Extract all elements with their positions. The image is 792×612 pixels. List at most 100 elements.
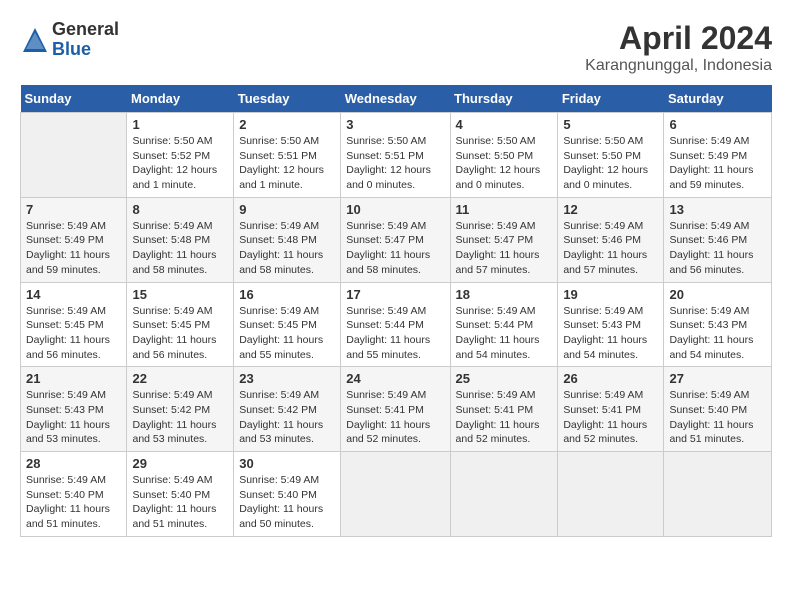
day-info: Sunrise: 5:49 AMSunset: 5:49 PMDaylight:…: [669, 134, 766, 193]
calendar-cell: 5 Sunrise: 5:50 AMSunset: 5:50 PMDaylight…: [558, 113, 664, 198]
day-number: 8: [132, 202, 228, 217]
day-number: 15: [132, 287, 228, 302]
calendar-cell: 29 Sunrise: 5:49 AMSunset: 5:40 PMDayligh…: [127, 452, 234, 537]
day-info: Sunrise: 5:49 AMSunset: 5:48 PMDaylight:…: [239, 219, 335, 278]
day-info: Sunrise: 5:49 AMSunset: 5:40 PMDaylight:…: [132, 473, 228, 532]
header-wednesday: Wednesday: [341, 85, 450, 113]
calendar-cell: 18 Sunrise: 5:49 AMSunset: 5:44 PMDayligh…: [450, 282, 558, 367]
day-number: 5: [563, 117, 658, 132]
calendar-cell: 3 Sunrise: 5:50 AMSunset: 5:51 PMDaylight…: [341, 113, 450, 198]
day-number: 18: [456, 287, 553, 302]
header-friday: Friday: [558, 85, 664, 113]
day-info: Sunrise: 5:50 AMSunset: 5:51 PMDaylight:…: [239, 134, 335, 193]
calendar-week-row: 7 Sunrise: 5:49 AMSunset: 5:49 PMDaylight…: [21, 197, 772, 282]
calendar-header-row: SundayMondayTuesdayWednesdayThursdayFrid…: [21, 85, 772, 113]
calendar-cell: 25 Sunrise: 5:49 AMSunset: 5:41 PMDayligh…: [450, 367, 558, 452]
logo-icon: [20, 25, 50, 55]
day-info: Sunrise: 5:50 AMSunset: 5:50 PMDaylight:…: [456, 134, 553, 193]
day-number: 9: [239, 202, 335, 217]
day-info: Sunrise: 5:49 AMSunset: 5:40 PMDaylight:…: [669, 388, 766, 447]
calendar-cell: 15 Sunrise: 5:49 AMSunset: 5:45 PMDayligh…: [127, 282, 234, 367]
day-info: Sunrise: 5:49 AMSunset: 5:45 PMDaylight:…: [26, 304, 121, 363]
month-title: April 2024: [585, 20, 772, 57]
calendar-cell: [341, 452, 450, 537]
day-number: 29: [132, 456, 228, 471]
day-info: Sunrise: 5:49 AMSunset: 5:43 PMDaylight:…: [669, 304, 766, 363]
day-info: Sunrise: 5:49 AMSunset: 5:43 PMDaylight:…: [26, 388, 121, 447]
day-info: Sunrise: 5:50 AMSunset: 5:50 PMDaylight:…: [563, 134, 658, 193]
day-info: Sunrise: 5:50 AMSunset: 5:52 PMDaylight:…: [132, 134, 228, 193]
header-saturday: Saturday: [664, 85, 772, 113]
day-number: 22: [132, 371, 228, 386]
day-number: 17: [346, 287, 444, 302]
calendar-cell: [664, 452, 772, 537]
header-sunday: Sunday: [21, 85, 127, 113]
logo-general-text: General: [52, 20, 119, 40]
calendar-week-row: 1 Sunrise: 5:50 AMSunset: 5:52 PMDaylight…: [21, 113, 772, 198]
title-block: April 2024 Karangnunggal, Indonesia: [585, 20, 772, 75]
calendar-cell: 26 Sunrise: 5:49 AMSunset: 5:41 PMDayligh…: [558, 367, 664, 452]
header-monday: Monday: [127, 85, 234, 113]
calendar-cell: 13 Sunrise: 5:49 AMSunset: 5:46 PMDayligh…: [664, 197, 772, 282]
day-info: Sunrise: 5:49 AMSunset: 5:41 PMDaylight:…: [563, 388, 658, 447]
day-number: 3: [346, 117, 444, 132]
day-info: Sunrise: 5:49 AMSunset: 5:44 PMDaylight:…: [456, 304, 553, 363]
day-info: Sunrise: 5:49 AMSunset: 5:48 PMDaylight:…: [132, 219, 228, 278]
day-number: 26: [563, 371, 658, 386]
day-number: 30: [239, 456, 335, 471]
day-number: 10: [346, 202, 444, 217]
day-info: Sunrise: 5:49 AMSunset: 5:45 PMDaylight:…: [239, 304, 335, 363]
day-info: Sunrise: 5:49 AMSunset: 5:46 PMDaylight:…: [563, 219, 658, 278]
day-number: 21: [26, 371, 121, 386]
calendar-cell: [21, 113, 127, 198]
day-number: 1: [132, 117, 228, 132]
calendar-week-row: 28 Sunrise: 5:49 AMSunset: 5:40 PMDayligh…: [21, 452, 772, 537]
calendar-cell: 6 Sunrise: 5:49 AMSunset: 5:49 PMDaylight…: [664, 113, 772, 198]
calendar-cell: 28 Sunrise: 5:49 AMSunset: 5:40 PMDayligh…: [21, 452, 127, 537]
day-info: Sunrise: 5:49 AMSunset: 5:46 PMDaylight:…: [669, 219, 766, 278]
day-info: Sunrise: 5:50 AMSunset: 5:51 PMDaylight:…: [346, 134, 444, 193]
calendar-cell: 9 Sunrise: 5:49 AMSunset: 5:48 PMDaylight…: [234, 197, 341, 282]
day-number: 16: [239, 287, 335, 302]
calendar-cell: 23Sunrise: 5:49 AMSunset: 5:42 PMDayligh…: [234, 367, 341, 452]
day-number: 12: [563, 202, 658, 217]
day-number: 7: [26, 202, 121, 217]
day-number: 4: [456, 117, 553, 132]
day-number: 23: [239, 371, 335, 386]
calendar-table: SundayMondayTuesdayWednesdayThursdayFrid…: [20, 85, 772, 537]
day-info: Sunrise: 5:49 AMSunset: 5:40 PMDaylight:…: [239, 473, 335, 532]
day-number: 19: [563, 287, 658, 302]
day-info: Sunrise: 5:49 AMSunset: 5:47 PMDaylight:…: [456, 219, 553, 278]
calendar-cell: 17Sunrise: 5:49 AMSunset: 5:44 PMDayligh…: [341, 282, 450, 367]
day-number: 13: [669, 202, 766, 217]
day-number: 20: [669, 287, 766, 302]
header-thursday: Thursday: [450, 85, 558, 113]
calendar-cell: 8 Sunrise: 5:49 AMSunset: 5:48 PMDaylight…: [127, 197, 234, 282]
calendar-cell: 22Sunrise: 5:49 AMSunset: 5:42 PMDayligh…: [127, 367, 234, 452]
calendar-cell: 30 Sunrise: 5:49 AMSunset: 5:40 PMDayligh…: [234, 452, 341, 537]
calendar-cell: 27 Sunrise: 5:49 AMSunset: 5:40 PMDayligh…: [664, 367, 772, 452]
calendar-week-row: 14 Sunrise: 5:49 AMSunset: 5:45 PMDayligh…: [21, 282, 772, 367]
day-number: 25: [456, 371, 553, 386]
calendar-cell: [558, 452, 664, 537]
day-info: Sunrise: 5:49 AMSunset: 5:47 PMDaylight:…: [346, 219, 444, 278]
logo: General Blue: [20, 20, 119, 60]
day-number: 2: [239, 117, 335, 132]
day-number: 28: [26, 456, 121, 471]
day-info: Sunrise: 5:49 AMSunset: 5:41 PMDaylight:…: [456, 388, 553, 447]
calendar-cell: [450, 452, 558, 537]
calendar-week-row: 21 Sunrise: 5:49 AMSunset: 5:43 PMDayligh…: [21, 367, 772, 452]
calendar-cell: 10 Sunrise: 5:49 AMSunset: 5:47 PMDayligh…: [341, 197, 450, 282]
day-info: Sunrise: 5:49 AMSunset: 5:40 PMDaylight:…: [26, 473, 121, 532]
day-info: Sunrise: 5:49 AMSunset: 5:49 PMDaylight:…: [26, 219, 121, 278]
day-info: Sunrise: 5:49 AMSunset: 5:45 PMDaylight:…: [132, 304, 228, 363]
day-number: 14: [26, 287, 121, 302]
calendar-cell: 12 Sunrise: 5:49 AMSunset: 5:46 PMDayligh…: [558, 197, 664, 282]
page-header: General Blue April 2024 Karangnunggal, I…: [20, 20, 772, 75]
calendar-cell: 19Sunrise: 5:49 AMSunset: 5:43 PMDayligh…: [558, 282, 664, 367]
calendar-cell: 1 Sunrise: 5:50 AMSunset: 5:52 PMDaylight…: [127, 113, 234, 198]
day-number: 24: [346, 371, 444, 386]
calendar-cell: 4 Sunrise: 5:50 AMSunset: 5:50 PMDaylight…: [450, 113, 558, 198]
day-number: 27: [669, 371, 766, 386]
day-number: 6: [669, 117, 766, 132]
